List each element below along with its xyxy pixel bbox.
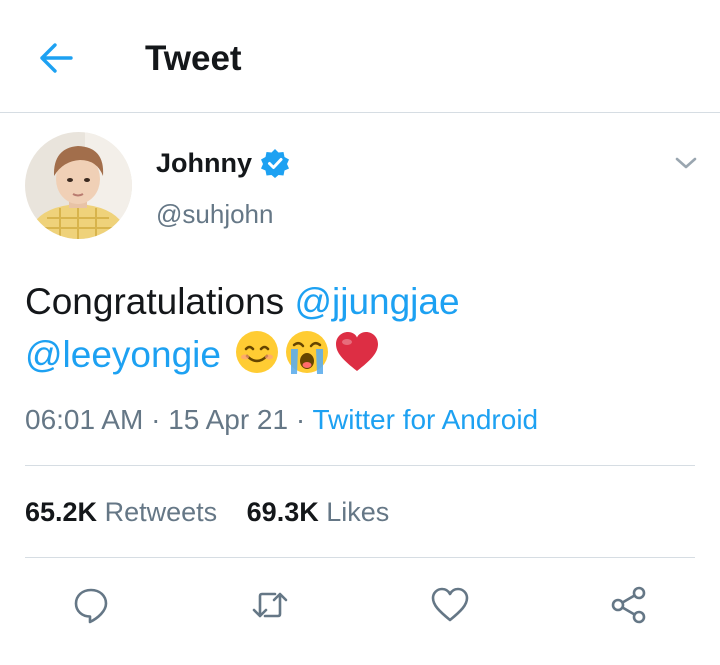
mention-link[interactable]: @jjungjae bbox=[294, 281, 459, 322]
retweets-stat[interactable]: 65.2K Retweets bbox=[25, 493, 217, 531]
tweet-meta: 06:01 AM · 15 Apr 21 · Twitter for Andro… bbox=[25, 400, 538, 440]
verified-badge-icon bbox=[260, 148, 290, 178]
smiling-face-icon bbox=[236, 331, 279, 373]
tweet-time: 06:01 AM bbox=[25, 404, 144, 435]
more-options-button[interactable] bbox=[673, 152, 699, 174]
meta-separator: · bbox=[151, 404, 161, 435]
avatar[interactable] bbox=[25, 132, 132, 239]
author-handle[interactable]: @suhjohn bbox=[156, 197, 273, 231]
share-button[interactable] bbox=[604, 580, 654, 630]
retweet-icon bbox=[252, 592, 288, 618]
red-heart-icon bbox=[336, 332, 379, 371]
action-bar bbox=[0, 580, 720, 630]
chevron-down-icon bbox=[675, 157, 697, 169]
arrow-left-icon bbox=[40, 43, 73, 73]
tweet-source-link[interactable]: Twitter for Android bbox=[312, 404, 538, 435]
divider bbox=[25, 465, 695, 466]
author-row: Johnny bbox=[156, 146, 290, 180]
divider bbox=[25, 557, 695, 558]
like-icon bbox=[431, 587, 469, 622]
likes-label: Likes bbox=[326, 497, 390, 527]
reply-icon bbox=[74, 588, 108, 624]
tweet-date: 15 Apr 21 bbox=[168, 404, 289, 435]
retweets-label: Retweets bbox=[104, 497, 218, 527]
author-name[interactable]: Johnny bbox=[156, 146, 252, 180]
likes-count: 69.3K bbox=[246, 497, 319, 527]
meta-separator: · bbox=[295, 404, 306, 435]
page-title: Tweet bbox=[145, 39, 242, 78]
retweet-button[interactable] bbox=[245, 580, 295, 630]
tweet-stats: 65.2K Retweets 69.3K Likes bbox=[25, 493, 389, 531]
crying-face-icon bbox=[286, 331, 329, 374]
retweets-count: 65.2K bbox=[25, 497, 98, 527]
share-icon bbox=[611, 586, 646, 624]
reply-button[interactable] bbox=[66, 580, 116, 630]
tweet-text-prefix: Congratulations bbox=[25, 281, 295, 322]
back-button[interactable] bbox=[34, 38, 78, 78]
mention-link[interactable]: @leeyongie bbox=[25, 334, 221, 375]
top-bar: Tweet bbox=[0, 0, 720, 113]
likes-stat[interactable]: 69.3K Likes bbox=[247, 493, 390, 531]
tweet-text: Congratulations @jjungjae @leeyongie bbox=[25, 276, 695, 381]
like-button[interactable] bbox=[425, 580, 475, 630]
